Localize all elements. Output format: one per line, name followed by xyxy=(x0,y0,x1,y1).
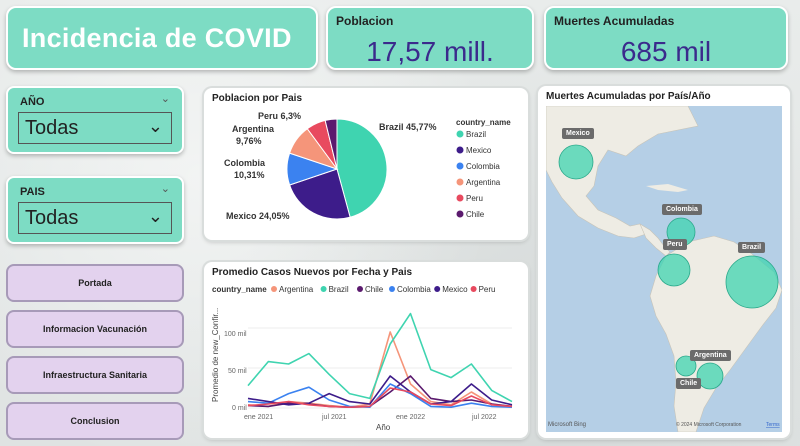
kpi-poblacion: Poblacion 17,57 mill. xyxy=(326,6,534,70)
y-tick-label: 100 mil xyxy=(224,331,247,338)
map-label-mexico: Mexico xyxy=(562,128,594,139)
slicer-anio-label: AÑO xyxy=(20,96,45,108)
kpi-muertes-label: Muertes Acumuladas xyxy=(554,14,675,28)
map-label-chile: Chile xyxy=(676,378,702,389)
map-panel[interactable]: Muertes Acumuladas por País/Año Microsof… xyxy=(538,86,790,438)
map-label-peru: Peru xyxy=(663,239,687,250)
kpi-muertes-value: 685 mil xyxy=(620,36,712,67)
legend-item-chile[interactable]: Chile xyxy=(365,285,384,294)
nav-button-infraestructura[interactable]: Infraestructura Sanitaria xyxy=(6,356,184,394)
map-bubble-brazil[interactable] xyxy=(725,255,779,309)
bing-logo: Microsoft Bing xyxy=(548,422,586,428)
map-label-brazil: Brazil xyxy=(738,242,766,253)
legend-marker xyxy=(456,146,464,154)
slicer-pais: PAIS ⌄ Todas ⌄ xyxy=(6,176,184,244)
legend-marker xyxy=(456,194,464,202)
dashboard-title-card: Incidencia de COVID xyxy=(6,6,318,70)
map-terms-link[interactable]: Terms xyxy=(766,422,780,428)
legend-marker xyxy=(456,162,464,170)
pie-label-brazil: Brazil 45,77% xyxy=(379,122,437,132)
legend-marker xyxy=(320,286,327,292)
pie-label-argentina-pct: 9,76% xyxy=(236,136,262,146)
legend-marker xyxy=(271,286,277,292)
pie-label-colombia-pct: 10,31% xyxy=(234,170,265,180)
nav-button-portada[interactable]: Portada xyxy=(6,264,184,302)
legend-item-brazil[interactable]: Brazil xyxy=(329,285,349,294)
line-legend: Argentina Brazil Chile Colombia Mexico Peru xyxy=(271,285,496,294)
chevron-up-icon[interactable]: ⌄ xyxy=(161,92,170,105)
line-xlabel: Año xyxy=(376,423,391,432)
series-line-brazil[interactable] xyxy=(247,312,513,403)
map-bubble-peru[interactable] xyxy=(657,253,691,287)
x-tick-label: jul 2021 xyxy=(321,414,347,421)
legend-item-peru[interactable]: Peru xyxy=(466,194,483,203)
slicer-anio-dropdown[interactable]: Todas ⌄ xyxy=(18,112,172,144)
legend-item-colombia[interactable]: Colombia xyxy=(397,285,431,294)
x-tick-label: ene 2021 xyxy=(244,414,273,421)
slicer-pais-value: Todas xyxy=(25,206,79,229)
line-chart[interactable]: country_name Argentina Brazil Chile Colombi… xyxy=(204,262,528,438)
map-bubble-mexico[interactable] xyxy=(558,144,594,180)
pie-legend-title: country_name xyxy=(456,118,511,127)
legend-item-peru[interactable]: Peru xyxy=(479,285,496,294)
legend-marker xyxy=(357,286,363,292)
line-ylabel: Promedio de new_Confir... xyxy=(211,308,220,402)
pie-label-mexico: Mexico 24,05% xyxy=(226,211,290,221)
line-series xyxy=(247,312,513,408)
chevron-down-icon[interactable]: ⌄ xyxy=(148,116,163,137)
legend-marker xyxy=(470,286,477,292)
chevron-down-icon[interactable]: ⌄ xyxy=(148,206,163,227)
line-panel[interactable]: Promedio Casos Nuevos por Fecha y Pais c… xyxy=(204,262,528,438)
legend-item-chile[interactable]: Chile xyxy=(466,210,485,219)
map-label-argentina: Argentina xyxy=(690,350,731,361)
pie-label-colombia: Colombia xyxy=(224,158,266,168)
x-tick-label: ene 2022 xyxy=(396,414,425,421)
legend-marker xyxy=(389,286,395,292)
pie-chart[interactable]: Brazil 45,77% Mexico 24,05% Colombia 10,… xyxy=(204,88,528,240)
legend-item-argentina[interactable]: Argentina xyxy=(466,178,501,187)
pie-panel[interactable]: Poblacion por Pais Brazil 45,77% Mexico … xyxy=(204,88,528,240)
pie-slices xyxy=(286,118,388,220)
kpi-poblacion-value: 17,57 mill. xyxy=(366,36,494,67)
y-tick-label: 50 mil xyxy=(228,368,247,375)
page-title: Incidencia de COVID xyxy=(22,22,292,53)
chevron-up-icon[interactable]: ⌄ xyxy=(161,182,170,195)
legend-item-colombia[interactable]: Colombia xyxy=(466,162,500,171)
pie-label-peru: Peru 6,3% xyxy=(258,111,301,121)
legend-item-brazil[interactable]: Brazil xyxy=(466,130,486,139)
pie-legend: Brazil Mexico Colombia Argentina Peru Chile xyxy=(456,130,501,219)
map-copyright: © 2024 Microsoft Corporation xyxy=(676,421,742,428)
y-tick-label: 0 mil xyxy=(232,405,247,412)
legend-marker xyxy=(456,178,464,186)
legend-marker xyxy=(456,130,464,138)
legend-item-argentina[interactable]: Argentina xyxy=(279,285,314,294)
x-tick-label: jul 2022 xyxy=(471,414,497,421)
nav-button-vacunacion[interactable]: Informacion Vacunación xyxy=(6,310,184,348)
legend-marker xyxy=(434,286,441,292)
kpi-muertes: Muertes Acumuladas 685 mil xyxy=(544,6,788,70)
legend-item-mexico[interactable]: Mexico xyxy=(442,285,468,294)
map-label-colombia: Colombia xyxy=(662,204,702,215)
pie-label-argentina: Argentina xyxy=(232,124,275,134)
kpi-poblacion-label: Poblacion xyxy=(336,14,394,28)
slicer-anio: AÑO ⌄ Todas ⌄ xyxy=(6,86,184,154)
slicer-pais-label: PAIS xyxy=(20,186,45,198)
slicer-anio-value: Todas xyxy=(25,116,79,139)
slicer-pais-dropdown[interactable]: Todas ⌄ xyxy=(18,202,172,234)
legend-marker xyxy=(456,210,464,218)
legend-item-mexico[interactable]: Mexico xyxy=(466,146,492,155)
line-legend-title: country_name xyxy=(212,285,267,294)
nav-button-conclusion[interactable]: Conclusion xyxy=(6,402,184,440)
